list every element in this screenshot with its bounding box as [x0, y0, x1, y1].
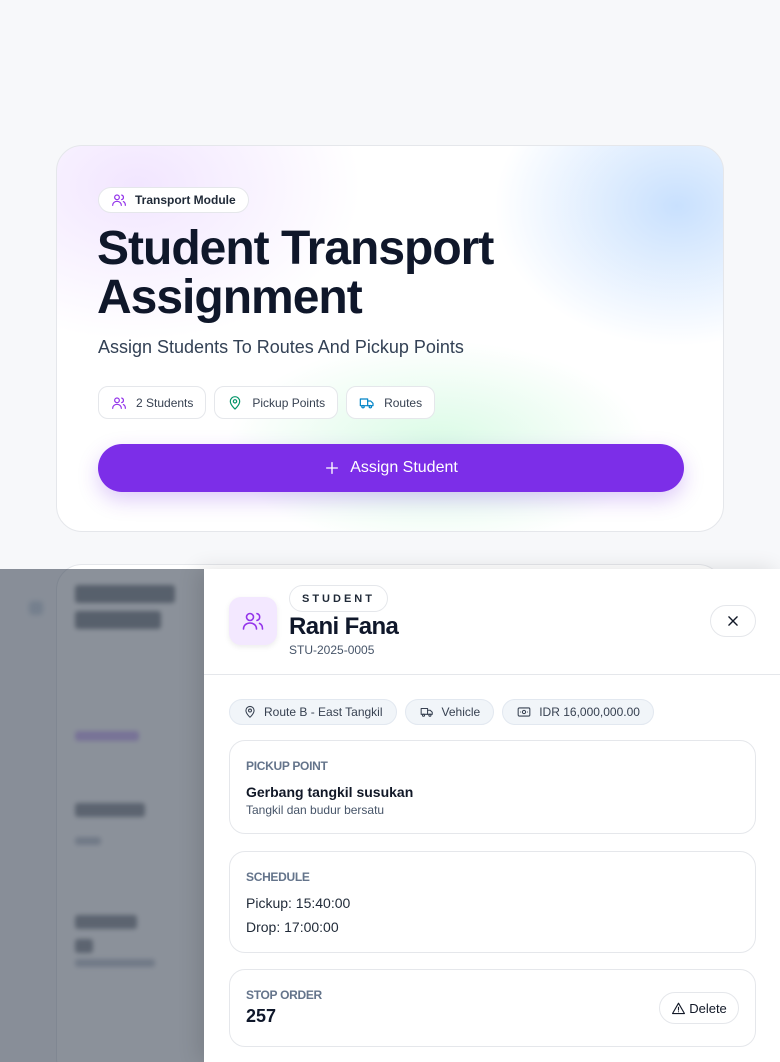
assignment-tags: Route B - East Tangkil Vehicle IDR 16,00… — [229, 699, 654, 725]
fee-tag: IDR 16,000,000.00 — [502, 699, 654, 725]
stop-order-label: STOP ORDER — [246, 988, 322, 1002]
truck-icon — [359, 395, 375, 411]
stop-order-value: 257 — [246, 1006, 277, 1026]
plus-icon — [324, 460, 340, 476]
pickup-points-label: Pickup Points — [252, 395, 326, 410]
summary-chips: 2 Students Pickup Points Routes — [98, 386, 436, 419]
assign-student-button[interactable]: Assign Student — [98, 444, 684, 492]
users-icon — [111, 395, 127, 411]
stop-order-card: STOP ORDER 257 Delete — [229, 969, 756, 1047]
pickup-point-card: PICKUP POINT Gerbang tangkil susukan Tan… — [229, 740, 756, 834]
module-badge-label: Transport Module — [135, 193, 236, 207]
page-subtitle: Assign Students To Routes And Pickup Poi… — [98, 337, 464, 357]
fee-tag-label: IDR 16,000,000.00 — [539, 705, 640, 719]
users-icon — [111, 192, 127, 208]
page-title: Student Transport Assignment — [97, 222, 494, 324]
pickup-point-name: Gerbang tangkil susukan — [246, 784, 414, 800]
students-count-chip: 2 Students — [98, 386, 207, 419]
drop-time: Drop: 17:00:00 — [246, 919, 339, 935]
drawer-header: STUDENT Rani Fana STU-2025-0005 — [204, 569, 780, 675]
student-id: STU-2025-0005 — [289, 643, 375, 657]
users-icon — [241, 609, 265, 633]
banknote-icon — [516, 705, 532, 719]
close-button[interactable] — [710, 605, 756, 637]
avatar — [229, 597, 277, 645]
student-detail-drawer: STUDENT Rani Fana STU-2025-0005 Route B … — [204, 569, 780, 1062]
pickup-time: Pickup: 15:40:00 — [246, 895, 351, 911]
map-pin-icon — [243, 705, 257, 719]
routes-chip: Routes — [346, 386, 436, 419]
role-badge: STUDENT — [289, 585, 388, 612]
warning-icon — [671, 1001, 686, 1016]
truck-icon — [419, 705, 435, 719]
pickup-point-description: Tangkil dan budur bersatu — [246, 803, 385, 817]
route-tag-label: Route B - East Tangkil — [264, 705, 383, 719]
schedule-card: SCHEDULE Pickup: 15:40:00 Drop: 17:00:00 — [229, 851, 756, 953]
schedule-label: SCHEDULE — [246, 870, 310, 884]
routes-label: Routes — [384, 395, 423, 410]
map-pin-icon — [227, 395, 243, 411]
pickup-points-chip: Pickup Points — [214, 386, 339, 419]
close-icon — [726, 614, 740, 628]
students-count-label: 2 Students — [136, 395, 194, 410]
vehicle-tag-label: Vehicle — [441, 705, 481, 719]
vehicle-tag: Vehicle — [404, 699, 495, 725]
route-tag: Route B - East Tangkil — [229, 699, 397, 725]
hero-card: Transport Module Student Transport Assig… — [56, 145, 724, 532]
delete-label: Delete — [689, 1000, 727, 1016]
module-badge: Transport Module — [98, 187, 249, 213]
pickup-point-label: PICKUP POINT — [246, 759, 328, 773]
assign-student-label: Assign Student — [350, 459, 458, 476]
delete-button[interactable]: Delete — [659, 992, 739, 1024]
student-name: Rani Fana — [289, 613, 399, 640]
